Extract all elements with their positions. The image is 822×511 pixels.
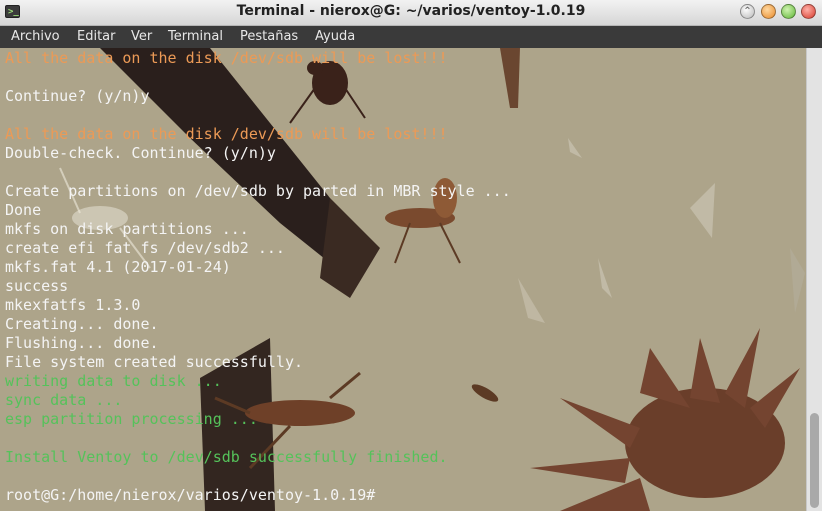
terminal-line: All the data on the disk /dev/sdb will b… [5, 49, 448, 67]
scrollbar-thumb[interactable] [810, 413, 819, 508]
minimize-button[interactable] [761, 4, 776, 19]
terminal-line: Continue? (y/n)y [5, 87, 150, 105]
chevron-up-icon: ⌃ [743, 6, 752, 17]
terminal-line: mkfs on disk partitions ... [5, 220, 249, 238]
close-button[interactable] [801, 4, 816, 19]
menu-ayuda[interactable]: Ayuda [315, 29, 355, 44]
title-bar[interactable]: >_ Terminal - nierox@G: ~/varios/ventoy-… [0, 0, 822, 26]
terminal-line: Double-check. Continue? (y/n)y [5, 144, 276, 162]
menu-terminal[interactable]: Terminal [168, 29, 223, 44]
window-menu-button[interactable]: ⌃ [740, 4, 755, 19]
terminal-line: File system created successfully. [5, 353, 304, 371]
menu-pestanas[interactable]: Pestañas [240, 29, 298, 44]
terminal-line: mkfs.fat 4.1 (2017-01-24) [5, 258, 231, 276]
terminal-line: Done [5, 201, 42, 219]
maximize-button[interactable] [781, 4, 796, 19]
terminal-line: mkexfatfs 1.3.0 [5, 296, 141, 314]
terminal-prompt[interactable]: root@G:/home/nierox/varios/ventoy-1.0.19… [5, 486, 511, 505]
menu-archivo[interactable]: Archivo [11, 29, 60, 44]
vertical-scrollbar[interactable] [806, 48, 822, 511]
terminal-line: Flushing... done. [5, 334, 159, 352]
menu-ver[interactable]: Ver [131, 29, 152, 44]
menu-editar[interactable]: Editar [77, 29, 116, 44]
terminal-line: sync data ... [5, 391, 123, 409]
terminal-line: success [5, 277, 69, 295]
terminal-line: Install Ventoy to /dev/sdb successfully … [5, 448, 448, 466]
terminal-line: All the data on the disk /dev/sdb will b… [5, 125, 448, 143]
terminal-line: Create partitions on /dev/sdb by parted … [5, 182, 511, 200]
terminal-line: esp partition processing ... [5, 410, 258, 428]
menu-bar: Archivo Editar Ver Terminal Pestañas Ayu… [0, 26, 822, 48]
terminal-output: All the data on the disk /dev/sdb will b… [5, 49, 511, 505]
terminal-line: create efi fat fs /dev/sdb2 ... [5, 239, 285, 257]
window-title: Terminal - nierox@G: ~/varios/ventoy-1.0… [236, 3, 586, 19]
terminal-line: writing data to disk ... [5, 372, 222, 390]
terminal-line: Creating... done. [5, 315, 159, 333]
terminal-window: >_ Terminal - nierox@G: ~/varios/ventoy-… [0, 0, 822, 511]
terminal-area[interactable]: All the data on the disk /dev/sdb will b… [0, 48, 806, 511]
